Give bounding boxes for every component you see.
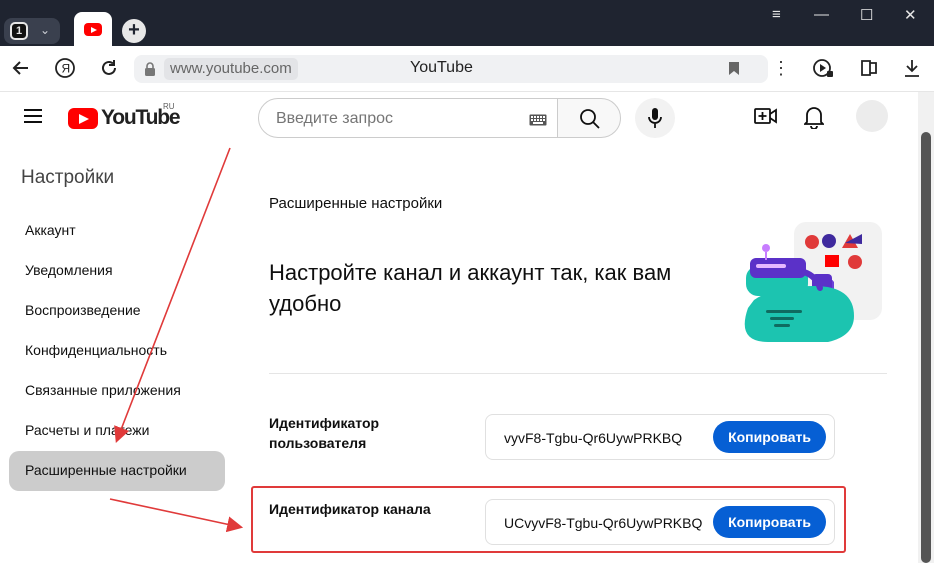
copy-user-id-button[interactable]: Копировать xyxy=(713,421,826,453)
close-window-button[interactable]: ✕ xyxy=(904,6,917,24)
youtube-play-icon xyxy=(68,108,98,129)
bookmark-icon[interactable] xyxy=(728,61,740,81)
address-bar[interactable]: www.youtube.com YouTube xyxy=(134,55,768,83)
sidebar-item-privacy[interactable]: Конфиденциальность xyxy=(25,342,167,358)
youtube-logo[interactable]: YouTube RU xyxy=(68,102,181,130)
microphone-icon xyxy=(648,108,662,128)
annotation-highlight-box xyxy=(251,486,846,553)
voice-search-button[interactable] xyxy=(635,98,675,138)
sidebar-item-connected-apps[interactable]: Связанные приложения xyxy=(25,382,181,398)
page-headline: Настройте канал и аккаунт так, как вам у… xyxy=(269,260,672,316)
lock-icon xyxy=(144,62,156,81)
keyboard-icon[interactable] xyxy=(529,113,547,131)
sidebar-item-playback[interactable]: Воспроизведение xyxy=(25,302,141,318)
sidebar-item-notifications[interactable]: Уведомления xyxy=(25,262,113,278)
search-button[interactable] xyxy=(557,98,621,138)
browser-toolbar: Я www.youtube.com YouTube ⋮ xyxy=(0,46,934,92)
youtube-header: YouTube RU Введите запрос xyxy=(0,92,918,142)
download-icon[interactable] xyxy=(900,56,924,80)
menu-hamburger-icon[interactable] xyxy=(0,92,60,142)
yandex-icon[interactable]: Я xyxy=(53,56,77,80)
reload-icon[interactable] xyxy=(97,56,121,80)
scrollbar-thumb[interactable] xyxy=(921,132,931,563)
svg-text:Я: Я xyxy=(62,62,71,76)
maximize-button[interactable]: ☐ xyxy=(860,6,873,24)
create-video-icon[interactable] xyxy=(754,106,778,131)
search-icon xyxy=(580,109,600,129)
logo-region: RU xyxy=(163,102,175,111)
tab-count: 1 xyxy=(10,22,28,40)
new-tab-button[interactable]: + xyxy=(122,19,146,43)
robot-illustration xyxy=(744,222,882,342)
chevron-down-icon: ⌄ xyxy=(40,23,51,37)
search-placeholder: Введите запрос xyxy=(276,110,393,127)
annotation-arrow-to-channel-id xyxy=(109,498,244,533)
notifications-bell-icon[interactable] xyxy=(802,105,826,134)
browser-menu-icon[interactable]: ≡ xyxy=(772,6,781,23)
user-id-field: vyvF8-Tgbu-Qr6UywPRKBQ Копировать xyxy=(485,414,835,460)
user-id-value: vyvF8-Tgbu-Qr6UywPRKBQ xyxy=(504,430,683,446)
sidebar-item-advanced[interactable]: Расширенные настройки xyxy=(25,462,187,478)
settings-title: Настройки xyxy=(21,167,115,188)
browser-titlebar: 1 ⌄ + ≡ — ☐ ✕ xyxy=(0,0,934,46)
search-input[interactable]: Введите запрос xyxy=(258,98,558,138)
sidebar-item-account[interactable]: Аккаунт xyxy=(25,222,76,238)
address-host: www.youtube.com xyxy=(164,58,298,80)
media-player-icon[interactable] xyxy=(811,56,835,80)
user-id-label: Идентификатор пользователя xyxy=(269,415,380,451)
sidebar-item-billing[interactable]: Расчеты и платежи xyxy=(25,422,150,438)
tab-youtube[interactable] xyxy=(74,12,112,46)
section-title: Расширенные настройки xyxy=(269,195,443,212)
page-scrollbar[interactable] xyxy=(918,92,934,563)
collections-icon[interactable] xyxy=(857,56,881,80)
avatar[interactable] xyxy=(856,100,888,132)
address-page-title: YouTube xyxy=(410,59,473,76)
youtube-favicon-icon xyxy=(84,23,102,36)
tab-counter-button[interactable]: 1 ⌄ xyxy=(4,18,60,44)
minimize-button[interactable]: — xyxy=(814,6,829,23)
back-arrow-icon[interactable] xyxy=(9,56,33,80)
divider xyxy=(269,373,887,374)
more-vertical-icon[interactable]: ⋮ xyxy=(769,56,793,80)
